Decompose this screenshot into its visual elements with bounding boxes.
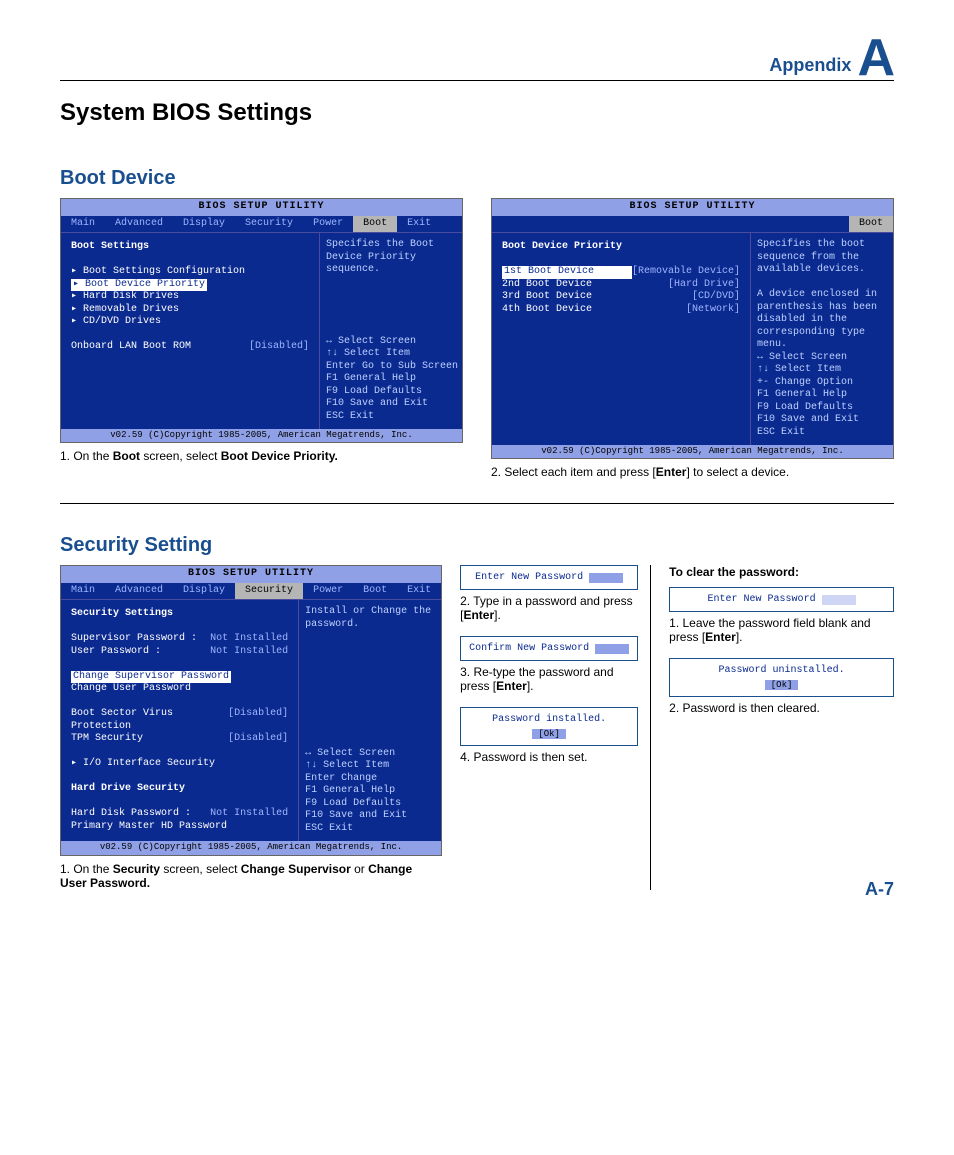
security-row: BIOS SETUP UTILITY Main Advanced Display…: [60, 565, 894, 889]
bios-tab: Power: [303, 216, 353, 233]
bios-item: Primary Master HD Password: [71, 821, 288, 834]
bios-title: BIOS SETUP UTILITY: [61, 199, 462, 216]
bios-item: 4th Boot Device: [502, 304, 686, 317]
bios-screen-security: BIOS SETUP UTILITY Main Advanced Display…: [60, 565, 442, 855]
bios-footer: v02.59 (C)Copyright 1985-2005, American …: [61, 429, 462, 442]
bios-tab: Main: [61, 216, 105, 233]
bios-tab-active: Security: [235, 583, 303, 600]
page-number: A-7: [865, 879, 894, 900]
bios-tab: Boot: [353, 583, 397, 600]
bios-section: Security Settings: [71, 608, 288, 621]
bios-keys: ↔ Select Screen ↑↓ Select Item +- Change…: [757, 352, 887, 440]
bios-title: BIOS SETUP UTILITY: [492, 199, 893, 216]
bios-help: Specifies the Boot Device Priority seque…: [326, 239, 456, 277]
bios-opt-label: Onboard LAN Boot ROM: [71, 341, 249, 354]
bios-tab: Advanced: [105, 216, 173, 233]
boot-row: BIOS SETUP UTILITY Main Advanced Display…: [60, 198, 894, 504]
step-4: 4. Password is then set.: [460, 750, 638, 764]
header-rule: Appendix A: [60, 40, 894, 81]
bios-help2: A device enclosed in parenthesis has bee…: [757, 289, 887, 352]
bios-keys: ↔ Select Screen ↑↓ Select Item Enter Cha…: [305, 748, 435, 836]
bios-opt-val: [Disabled]: [249, 341, 309, 354]
bios-item: ▸ I/O Interface Security: [71, 758, 288, 771]
bios-tabs: Main Advanced Display Security Power Boo…: [61, 216, 462, 234]
password-field-icon: [822, 595, 856, 605]
bios-tab: Main: [61, 583, 105, 600]
bios-section: Hard Drive Security: [71, 783, 288, 796]
bios-item: 2nd Boot Device: [502, 279, 668, 292]
popup-enter-password-blank: Enter New Password: [669, 587, 894, 612]
bios-tab: Exit: [397, 216, 441, 233]
bios-help: Specifies the boot sequence from the ava…: [757, 239, 887, 277]
bios-item: ▸ Boot Settings Configuration: [71, 266, 309, 279]
bios-item: ▸ Hard Disk Drives: [71, 291, 309, 304]
caption-boot-1: 1. On the Boot screen, select Boot Devic…: [60, 449, 463, 463]
bios-tabs: Main Advanced Display Security Power Boo…: [61, 583, 441, 601]
bios-tab: Display: [173, 583, 235, 600]
bios-item: 3rd Boot Device: [502, 291, 692, 304]
page-title: System BIOS Settings: [60, 99, 894, 127]
step-2: 2. Type in a password and press [Enter].: [460, 594, 638, 622]
bios-section: Boot Settings: [71, 241, 309, 254]
bios-item-selected: 1st Boot Device: [502, 266, 632, 279]
bios-screen-boot-priority: BIOS SETUP UTILITY Boot Boot Device Prio…: [491, 198, 894, 459]
security-col-bios: BIOS SETUP UTILITY Main Advanced Display…: [60, 565, 442, 889]
bios-item: Change User Password: [71, 683, 288, 696]
bios-tab: Exit: [397, 583, 441, 600]
bios-tab-active: Boot: [849, 216, 893, 233]
appendix-letter: A: [857, 38, 894, 80]
popup-password-installed: Password installed. [Ok]: [460, 707, 638, 746]
popup-confirm-password: Confirm New Password: [460, 636, 638, 661]
boot-col-2: BIOS SETUP UTILITY Boot Boot Device Prio…: [491, 198, 894, 479]
bios-help: Install or Change the password.: [305, 606, 435, 631]
boot-col-1: BIOS SETUP UTILITY Main Advanced Display…: [60, 198, 463, 479]
popup-enter-password: Enter New Password: [460, 565, 638, 590]
ok-button-icon: [Ok]: [532, 729, 566, 739]
security-heading: Security Setting: [60, 534, 894, 557]
bios-tab: Display: [173, 216, 235, 233]
bios-screen-boot-settings: BIOS SETUP UTILITY Main Advanced Display…: [60, 198, 463, 443]
password-field-icon: [589, 573, 623, 583]
security-col-set: Enter New Password 2. Type in a password…: [460, 565, 651, 889]
bios-keys: ↔ Select Screen ↑↓ Select Item Enter Go …: [326, 336, 456, 424]
security-col-clear: To clear the password: Enter New Passwor…: [669, 565, 894, 889]
bios-title: BIOS SETUP UTILITY: [61, 566, 441, 583]
bios-item-selected: ▸ Boot Device Priority: [71, 279, 207, 292]
bios-footer: v02.59 (C)Copyright 1985-2005, American …: [61, 841, 441, 854]
caption-security: 1. On the Security screen, select Change…: [60, 862, 442, 890]
bios-footer: v02.59 (C)Copyright 1985-2005, American …: [492, 445, 893, 458]
bios-tab: Power: [303, 583, 353, 600]
bios-tab: Advanced: [105, 583, 173, 600]
bios-item-selected: Change Supervisor Password: [71, 671, 231, 684]
caption-boot-2: 2. Select each item and press [Enter] to…: [491, 465, 894, 479]
appendix-label: Appendix: [769, 55, 851, 76]
ok-button-icon: [Ok]: [765, 680, 799, 690]
bios-tabs: Boot: [492, 216, 893, 234]
popup-password-uninstalled: Password uninstalled. [Ok]: [669, 658, 894, 697]
password-field-icon: [595, 644, 629, 654]
bios-section: Boot Device Priority: [502, 241, 740, 254]
clear-password-heading: To clear the password:: [669, 565, 894, 579]
clear-step-1: 1. Leave the password field blank and pr…: [669, 616, 894, 644]
bios-item: ▸ Removable Drives: [71, 304, 309, 317]
boot-heading: Boot Device: [60, 167, 894, 190]
bios-item: ▸ CD/DVD Drives: [71, 316, 309, 329]
bios-tab: Security: [235, 216, 303, 233]
step-3: 3. Re-type the password and press [Enter…: [460, 665, 638, 693]
bios-tab-active: Boot: [353, 216, 397, 233]
clear-step-2: 2. Password is then cleared.: [669, 701, 894, 715]
